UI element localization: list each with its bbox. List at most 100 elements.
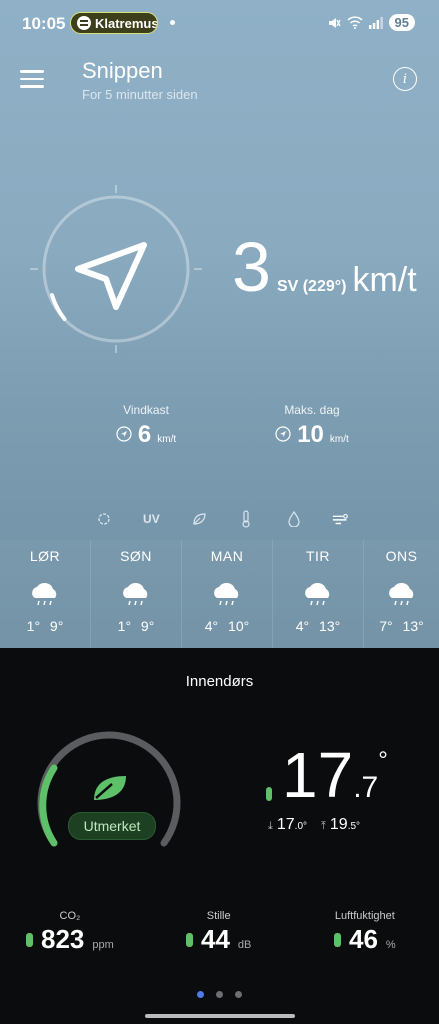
info-icon: i [402, 71, 408, 87]
max-day-stat: Maks. dag 10 km/t [262, 403, 362, 449]
gust-value: 6 [137, 421, 152, 448]
gear-flower-icon [98, 513, 110, 525]
status-bar: 10:05 Klatremus 95 [0, 0, 439, 48]
gust-label: Vindkast [123, 403, 169, 417]
temp-min: ⤓ 17.0° [268, 816, 308, 833]
forecast-day[interactable]: TIR 4° 13° [273, 540, 364, 648]
spotify-label: Klatremus [95, 15, 158, 31]
page-dot[interactable] [197, 991, 204, 998]
noise-metric[interactable]: Stille 44 dB [186, 910, 251, 955]
day-name: ONS [385, 548, 418, 564]
hamburger-icon [20, 70, 44, 73]
wind-unit: km/t [352, 261, 417, 299]
notification-dot [170, 20, 175, 25]
spotify-icon [77, 16, 91, 30]
temp-min-max: ⤓ 17.0° ⤒ 19.5° [268, 816, 360, 834]
wind-icon [332, 513, 348, 525]
temperature-bar [266, 787, 272, 801]
wifi-icon [347, 16, 363, 29]
rain-cloud-icon [32, 582, 57, 606]
noise-label: Stille [206, 910, 231, 922]
forecast-day[interactable]: LØR 1° 9° [0, 540, 91, 648]
gust-stat: Vindkast 6 km/t [96, 403, 196, 449]
leaf-icon [94, 776, 126, 800]
co2-label: CO₂ [59, 910, 81, 922]
humidity-indicator [334, 932, 341, 947]
noise-indicator [186, 932, 193, 947]
station-title: Snippen [82, 58, 163, 83]
tab-uv[interactable]: UV [142, 510, 160, 528]
gust-unit: km/t [157, 434, 177, 445]
noise-unit: dB [237, 939, 252, 951]
temp-decimal: .7 [353, 771, 379, 804]
tab-temperature[interactable] [237, 510, 255, 528]
droplet-icon [287, 511, 300, 527]
max-day-label: Maks. dag [284, 403, 340, 417]
co2-unit: ppm [92, 939, 114, 951]
rain-cloud-icon [214, 582, 239, 606]
indoor-title: Innendørs [185, 673, 254, 690]
day-temps: 1° 9° [117, 618, 155, 634]
temp-degree: ° [378, 747, 388, 774]
battery-indicator: 95 [388, 14, 415, 31]
indoor-temperature: 17 .7 ° [266, 743, 388, 807]
wind-compass [30, 185, 202, 353]
tab-pollen[interactable] [190, 510, 208, 528]
day-temps: 1° 9° [26, 618, 64, 634]
wind-speed-value: 3 [232, 228, 271, 306]
air-quality-badge: Utmerket [68, 812, 156, 840]
page-dot[interactable] [235, 991, 242, 998]
forecast-strip[interactable]: LØR 1° 9° SØN 1° 9° MAN 4° 10° TIR 4° 13… [0, 540, 439, 648]
mute-icon [328, 17, 341, 28]
tab-air-quality[interactable] [95, 510, 113, 528]
system-icons: 95 [327, 14, 415, 31]
forecast-day[interactable]: MAN 4° 10° [182, 540, 273, 648]
temp-integer: 17 [282, 739, 354, 811]
co2-value: 823 [41, 924, 85, 954]
temp-max: ⤒ 19.5° [321, 816, 361, 833]
day-name: TIR [305, 548, 331, 564]
wind-speed-display: 3 SV (229°) km/t [232, 232, 417, 302]
parameter-tabs: UV [95, 510, 350, 528]
day-temps: 4° 13° [295, 618, 341, 634]
direction-arrow-icon [116, 426, 132, 442]
humidity-label: Luftfuktighet [334, 910, 395, 922]
day-temps: 4° 10° [204, 618, 250, 634]
forecast-day[interactable]: SØN 1° 9° [91, 540, 182, 648]
direction-arrow-icon [275, 426, 291, 442]
day-name: MAN [210, 548, 244, 564]
leaf-icon [193, 513, 206, 525]
gauge-fill [39, 764, 58, 847]
co2-indicator [26, 932, 33, 947]
humidity-unit: % [385, 939, 396, 951]
thermometer-icon [242, 510, 250, 528]
home-indicator[interactable] [145, 1014, 295, 1018]
max-day-unit: km/t [329, 434, 349, 445]
last-updated: For 5 minutter siden [82, 87, 198, 102]
page-indicator[interactable] [0, 991, 439, 998]
day-name: LØR [29, 548, 61, 564]
day-name: SØN [120, 548, 152, 564]
tab-wind[interactable] [332, 510, 350, 528]
co2-metric[interactable]: CO₂ 823 ppm [26, 910, 114, 955]
page-dot[interactable] [216, 991, 223, 998]
wind-direction: SV (229°) [276, 278, 347, 295]
noise-value: 44 [201, 924, 230, 954]
tab-rain[interactable] [285, 510, 303, 528]
forecast-day[interactable]: ONS 7° 13° [364, 540, 439, 648]
arrow-up-icon: ⤒ [321, 820, 326, 832]
humidity-value: 46 [349, 924, 378, 954]
signal-icon [368, 16, 383, 29]
spotify-chip[interactable]: Klatremus [70, 12, 158, 34]
info-button[interactable]: i [393, 67, 417, 91]
wind-arrow-icon [75, 242, 147, 310]
day-temps: 7° 13° [379, 618, 424, 634]
rain-cloud-icon [123, 582, 148, 606]
status-time: 10:05 [22, 14, 66, 33]
rain-cloud-icon [388, 582, 413, 606]
rain-cloud-icon [305, 582, 330, 606]
menu-button[interactable] [20, 70, 44, 88]
humidity-metric[interactable]: Luftfuktighet 46 % [334, 910, 396, 955]
arrow-down-icon: ⤓ [268, 820, 273, 832]
max-day-value: 10 [297, 421, 324, 448]
